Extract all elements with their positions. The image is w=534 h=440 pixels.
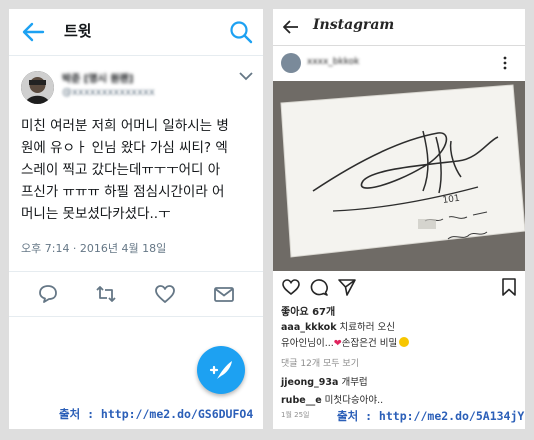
search-icon[interactable] xyxy=(229,20,253,44)
like-count[interactable]: 좋아요 67개 xyxy=(281,303,335,318)
autograph-photo: 101 xyxy=(273,81,525,271)
bookmark-icon[interactable] xyxy=(499,277,519,297)
instagram-top-bar: Instagram xyxy=(273,9,525,46)
tweet-text: 미친 여러분 저희 어머니 일하시는 병 원에 유ㅇㅏ 인님 왔다 가심 씨티?… xyxy=(21,115,259,225)
comment-username[interactable]: rube__e xyxy=(281,395,322,406)
instagram-logo: Instagram xyxy=(313,17,395,33)
chevron-down-icon[interactable] xyxy=(239,71,253,81)
instagram-screenshot: Instagram xxxx_bkkok 101 좋아요 67개 aaa_kkk… xyxy=(273,9,525,429)
red-heart-icon: ❤ xyxy=(333,338,342,349)
post-actions xyxy=(273,277,525,299)
twitter-top-bar: 트윗 xyxy=(9,9,263,56)
back-arrow-icon[interactable] xyxy=(21,21,45,43)
more-options-icon[interactable] xyxy=(503,56,507,70)
post-username[interactable]: xxxx_bkkok xyxy=(307,57,359,67)
back-arrow-icon[interactable] xyxy=(283,20,299,34)
reply-icon[interactable] xyxy=(37,283,59,305)
twitter-screenshot: 트윗 박준 [명시 원랜] @xxxxxxxxxxxxxx 미친 여러분 저희 … xyxy=(9,9,263,429)
wink-emoji-icon xyxy=(399,337,410,347)
tweet-handle[interactable]: @xxxxxxxxxxxxxx xyxy=(62,87,155,98)
source-caption[interactable]: 출처 : http://me2.do/5A134jY8 xyxy=(337,408,525,424)
caption-line: 유아인님이...❤손잡은건 비밀 xyxy=(281,335,521,349)
caption-text: 손잡은건 비밀 xyxy=(341,338,398,349)
comment-icon[interactable] xyxy=(309,277,329,297)
tweet-line: 스레이 찍고 갔다는데ㅠㅜㅜ어디 아 xyxy=(21,162,221,178)
mail-icon[interactable] xyxy=(213,283,235,305)
page-title: 트윗 xyxy=(64,22,92,40)
comment-row: jjeong_93a 개부럽 xyxy=(281,374,521,388)
caption-text: 유아인님이... xyxy=(281,338,334,349)
retweet-icon[interactable] xyxy=(95,283,117,305)
like-icon[interactable] xyxy=(154,283,176,305)
caption-line: aaa_kkkok 치료하러 오신 xyxy=(281,319,521,333)
view-all-comments-link[interactable]: 댓글 12개 모두 보기 xyxy=(281,356,359,369)
avatar[interactable] xyxy=(21,71,54,104)
heart-icon[interactable] xyxy=(281,277,301,297)
tweet-actions xyxy=(9,271,263,317)
comment-text: 미첫다승아야.. xyxy=(321,395,384,406)
source-caption[interactable]: 출처 : http://me2.do/GS6DUFO4 xyxy=(59,406,253,422)
tweet-line: 프신가 ㅠㅠㅠ 하필 점심시간이라 어 xyxy=(21,184,225,200)
tweet-timestamp: 오후 7:14 · 2016년 4월 18일 xyxy=(21,242,167,255)
comment-username[interactable]: jjeong_93a xyxy=(281,377,338,388)
tweet-line: 원에 유ㅇㅏ 인님 왔다 가심 씨티? 엑 xyxy=(21,140,228,156)
comment-text: 개부럽 xyxy=(338,377,368,388)
tweet-line: 머니는 못보셨다카셨다..ㅜ xyxy=(21,206,171,222)
caption-username[interactable]: aaa_kkkok xyxy=(281,322,337,333)
tweet-display-name[interactable]: 박준 [명시 원랜] xyxy=(62,70,133,85)
tweet-line: 미친 여러분 저희 어머니 일하시는 병 xyxy=(21,118,229,134)
compose-tweet-button[interactable] xyxy=(197,346,245,394)
post-photo[interactable]: 101 xyxy=(273,81,525,271)
avatar[interactable] xyxy=(281,53,301,73)
caption-text: 치료하러 오신 xyxy=(336,322,396,333)
compose-icon xyxy=(209,361,232,379)
share-icon[interactable] xyxy=(337,277,357,297)
post-date: 1월 25일 xyxy=(281,411,310,419)
comment-row: rube__e 미첫다승아야.. xyxy=(281,392,521,406)
